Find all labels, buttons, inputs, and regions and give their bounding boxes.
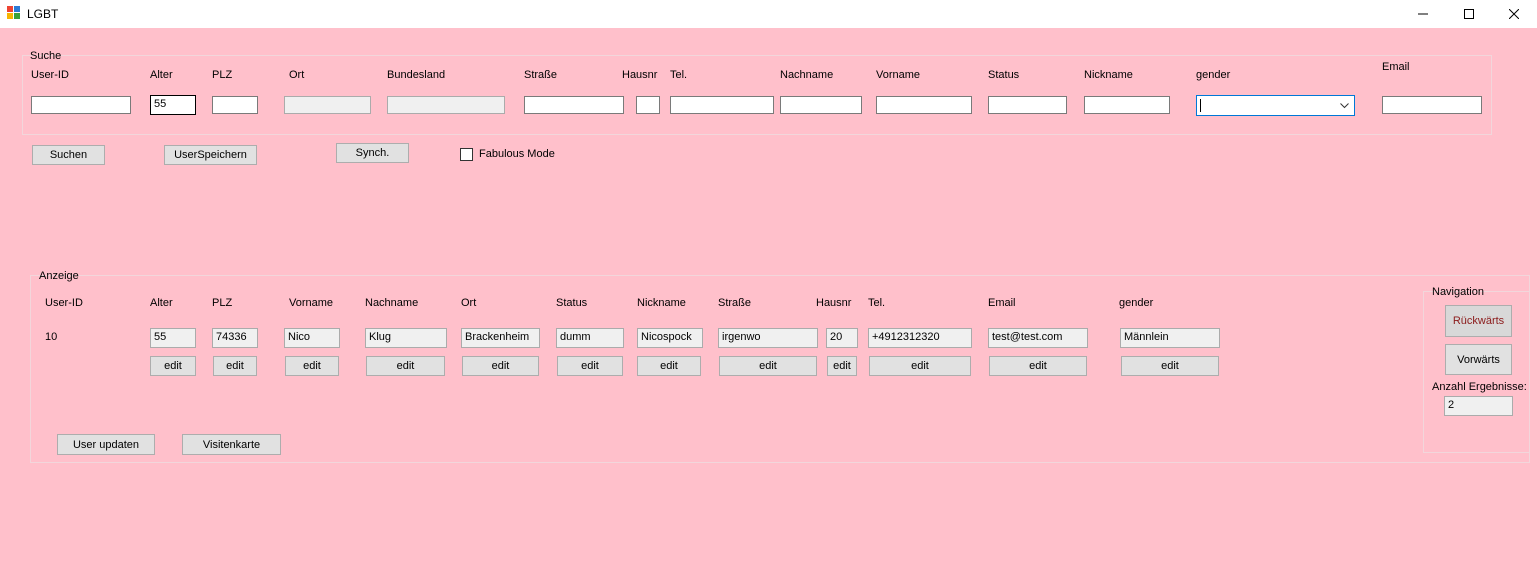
search-group-label: Suche	[30, 50, 62, 62]
search-gender-select[interactable]	[1196, 95, 1355, 116]
user-updaten-button[interactable]: User updaten	[57, 434, 155, 455]
edit-vorname-button[interactable]: edit	[285, 356, 339, 376]
display-hausnr-label: Hausnr	[816, 297, 852, 309]
search-bundesland-label: Bundesland	[387, 69, 446, 81]
search-plz-label: PLZ	[212, 69, 233, 81]
edit-strasse-button[interactable]: edit	[719, 356, 817, 376]
fabulous-mode-label: Fabulous Mode	[479, 148, 555, 160]
display-hausnr-field[interactable]: 20	[826, 328, 858, 348]
maximize-icon	[1464, 9, 1474, 19]
display-status-label: Status	[556, 297, 588, 309]
display-plz-label: PLZ	[212, 297, 233, 309]
search-gender-label: gender	[1196, 69, 1231, 81]
display-tel-field[interactable]: +4912312320	[868, 328, 972, 348]
edit-alter-button[interactable]: edit	[150, 356, 196, 376]
display-nickname-label: Nickname	[637, 297, 686, 309]
display-alter-field[interactable]: 55	[150, 328, 196, 348]
search-tel-label: Tel.	[670, 69, 688, 81]
minimize-icon	[1418, 13, 1428, 15]
display-email-field[interactable]: test@test.com	[988, 328, 1088, 348]
search-plz-input[interactable]	[212, 96, 258, 114]
display-nachname-label: Nachname	[365, 297, 419, 309]
search-bundesland-input[interactable]	[387, 96, 505, 114]
edit-tel-button[interactable]: edit	[869, 356, 971, 376]
search-strasse-label: Straße	[524, 69, 558, 81]
search-hausnr-label: Hausnr	[622, 69, 658, 81]
title-bar: LGBT	[0, 0, 1537, 28]
search-status-label: Status	[988, 69, 1020, 81]
display-vorname-field[interactable]: Nico	[284, 328, 340, 348]
edit-nachname-button[interactable]: edit	[366, 356, 445, 376]
search-nickname-input[interactable]	[1084, 96, 1170, 114]
search-email-input[interactable]	[1382, 96, 1482, 114]
search-tel-input[interactable]	[670, 96, 774, 114]
search-nachname-label: Nachname	[780, 69, 834, 81]
display-userid-label: User-ID	[45, 297, 83, 309]
text-caret	[1200, 99, 1201, 112]
anzahl-ergebnisse-field: 2	[1444, 396, 1513, 416]
search-hausnr-input[interactable]	[636, 96, 660, 114]
display-strasse-field[interactable]: irgenwo	[718, 328, 818, 348]
close-icon	[1509, 9, 1519, 19]
search-userid-input[interactable]	[31, 96, 131, 114]
edit-plz-button[interactable]: edit	[213, 356, 257, 376]
display-strasse-label: Straße	[718, 297, 752, 309]
search-nickname-label: Nickname	[1084, 69, 1133, 81]
anzahl-ergebnisse-label: Anzahl Ergebnisse:	[1432, 381, 1527, 393]
display-email-label: Email	[988, 297, 1016, 309]
navigation-group-label: Navigation	[1432, 286, 1484, 298]
search-vorname-label: Vorname	[876, 69, 921, 81]
search-strasse-input[interactable]	[524, 96, 624, 114]
suchen-button[interactable]: Suchen	[32, 145, 105, 165]
search-vorname-input[interactable]	[876, 96, 972, 114]
chevron-down-icon	[1340, 103, 1349, 109]
display-vorname-label: Vorname	[289, 297, 334, 309]
app-icon	[7, 6, 20, 19]
search-alter-label: Alter	[150, 69, 173, 81]
edit-hausnr-button[interactable]: edit	[827, 356, 857, 376]
fabulous-mode-checkbox[interactable]	[460, 148, 473, 161]
display-group-label: Anzeige	[39, 270, 79, 282]
display-nachname-field[interactable]: Klug	[365, 328, 447, 348]
display-gender-field[interactable]: Männlein	[1120, 328, 1220, 348]
edit-status-button[interactable]: edit	[557, 356, 623, 376]
rueckwaerts-button[interactable]: Rückwärts	[1445, 305, 1512, 337]
search-alter-input[interactable]: 55	[150, 95, 196, 115]
display-nickname-field[interactable]: Nicospock	[637, 328, 703, 348]
edit-ort-button[interactable]: edit	[462, 356, 539, 376]
user-speichern-button[interactable]: UserSpeichern	[164, 145, 257, 165]
window-title: LGBT	[27, 7, 59, 21]
display-gender-label: gender	[1119, 297, 1154, 309]
search-nachname-input[interactable]	[780, 96, 862, 114]
close-button[interactable]	[1491, 0, 1537, 28]
display-ort-field[interactable]: Brackenheim	[461, 328, 540, 348]
edit-nickname-button[interactable]: edit	[637, 356, 701, 376]
display-alter-label: Alter	[150, 297, 173, 309]
vorwaerts-button[interactable]: Vorwärts	[1445, 344, 1512, 375]
edit-gender-button[interactable]: edit	[1121, 356, 1219, 376]
search-email-label: Email	[1382, 61, 1410, 73]
display-userid-value: 10	[45, 331, 58, 343]
search-ort-label: Ort	[289, 69, 305, 81]
visitenkarte-button[interactable]: Visitenkarte	[182, 434, 281, 455]
minimize-button[interactable]	[1400, 0, 1446, 28]
maximize-button[interactable]	[1446, 0, 1492, 28]
display-tel-label: Tel.	[868, 297, 886, 309]
synch-button[interactable]: Synch.	[336, 143, 409, 163]
search-userid-label: User-ID	[31, 69, 69, 81]
search-status-input[interactable]	[988, 96, 1067, 114]
display-status-field[interactable]: dumm	[556, 328, 624, 348]
display-ort-label: Ort	[461, 297, 477, 309]
edit-email-button[interactable]: edit	[989, 356, 1087, 376]
display-plz-field[interactable]: 74336	[212, 328, 258, 348]
search-ort-input[interactable]	[284, 96, 371, 114]
